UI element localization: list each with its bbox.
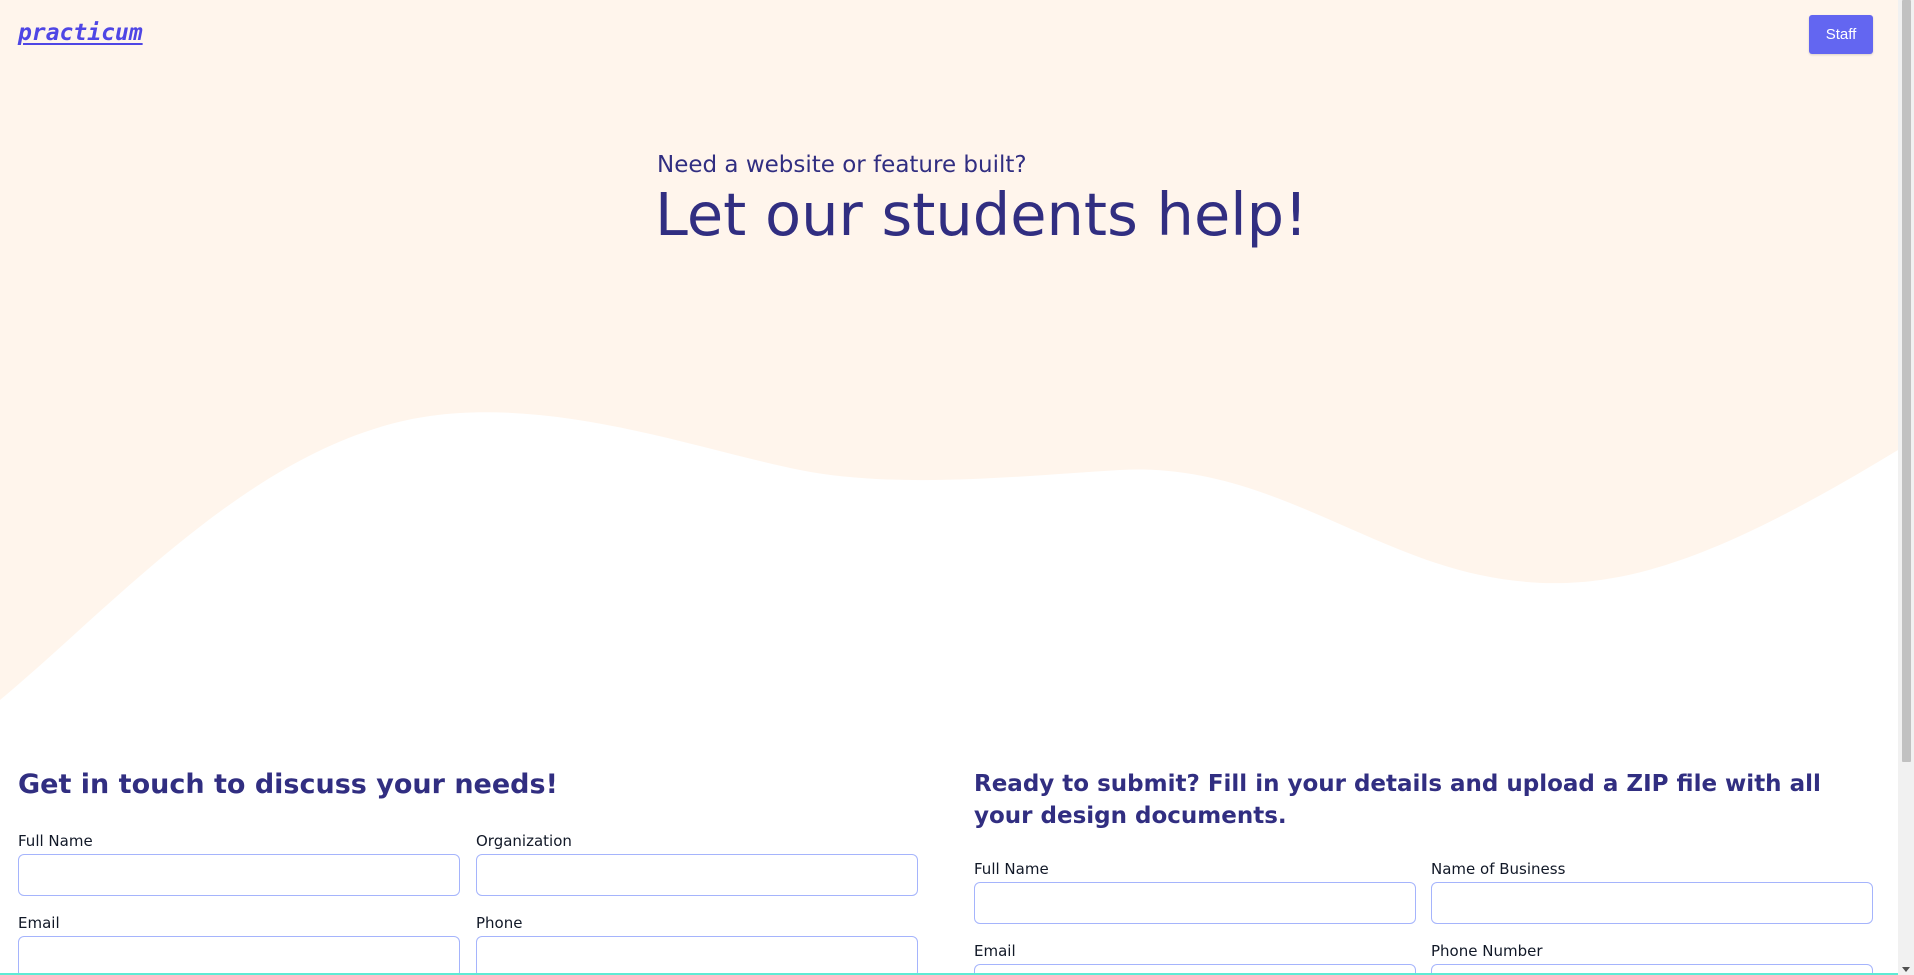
submit-phone-number-field: Phone Number [1431,942,1873,975]
contact-full-name-field: Full Name [18,832,460,896]
contact-phone-input[interactable] [476,936,918,975]
contact-email-label: Email [18,914,60,932]
contact-organization-field: Organization [476,832,918,896]
scrollbar-thumb[interactable] [1902,0,1911,762]
hero-title: Let our students help! [655,180,1308,249]
contact-email-input[interactable] [18,936,460,975]
hero-subtitle: Need a website or feature built? [657,152,1027,178]
contact-form: Get in touch to discuss your needs! Full… [18,768,918,975]
wave-divider [0,412,1898,720]
page: practicum Staff Need a website or featur… [0,0,1914,975]
vertical-scrollbar[interactable] [1898,0,1914,975]
submit-form-heading: Ready to submit? Fill in your details an… [974,771,1821,829]
submit-email-label: Email [974,942,1016,960]
submit-business-name-field: Name of Business [1431,860,1873,924]
scroll-down-arrow-icon[interactable] [1902,967,1910,972]
contact-phone-field: Phone [476,914,918,975]
staff-button[interactable]: Staff [1809,15,1873,54]
submit-full-name-label: Full Name [974,860,1049,878]
submit-phone-number-label: Phone Number [1431,942,1543,960]
submit-business-name-input[interactable] [1431,882,1873,924]
contact-organization-input[interactable] [476,854,918,896]
contact-full-name-input[interactable] [18,854,460,896]
contact-email-field: Email [18,914,460,975]
contact-full-name-label: Full Name [18,832,93,850]
contact-phone-label: Phone [476,914,523,932]
submit-email-field: Email [974,942,1416,975]
logo-link[interactable]: practicum [18,20,143,46]
contact-form-heading: Get in touch to discuss your needs! [18,769,558,800]
submit-form: Ready to submit? Fill in your details an… [974,768,1873,975]
submit-business-name-label: Name of Business [1431,860,1566,878]
submit-full-name-field: Full Name [974,860,1416,924]
submit-full-name-input[interactable] [974,882,1416,924]
contact-organization-label: Organization [476,832,572,850]
